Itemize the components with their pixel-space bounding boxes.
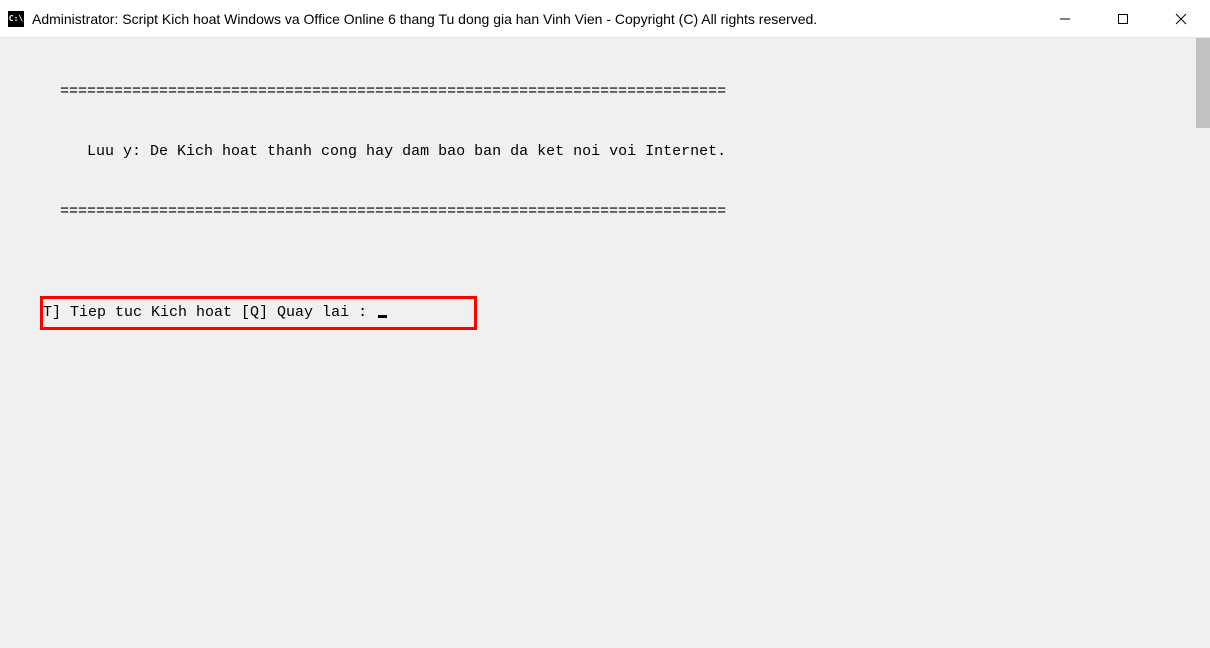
terminal-area[interactable]: ========================================… (0, 38, 1210, 648)
output-notice: Luu y: De Kich hoat thanh cong hay dam b… (0, 142, 1210, 162)
scrollbar-thumb[interactable] (1196, 38, 1210, 128)
cmd-icon: C:\ (8, 11, 24, 27)
window-title: Administrator: Script Kich hoat Windows … (32, 11, 1036, 27)
prompt-highlight: T] Tiep tuc Kich hoat [Q] Quay lai : (40, 296, 477, 330)
output-divider-bottom: ========================================… (0, 202, 1210, 222)
close-button[interactable] (1152, 0, 1210, 37)
output-divider-top: ========================================… (0, 82, 1210, 102)
titlebar: C:\ Administrator: Script Kich hoat Wind… (0, 0, 1210, 38)
scrollbar-track[interactable] (1196, 38, 1210, 648)
minimize-button[interactable] (1036, 0, 1094, 37)
prompt-text: T] Tiep tuc Kich hoat [Q] Quay lai : (43, 304, 376, 321)
maximize-button[interactable] (1094, 0, 1152, 37)
text-cursor (378, 315, 387, 318)
window-controls (1036, 0, 1210, 37)
